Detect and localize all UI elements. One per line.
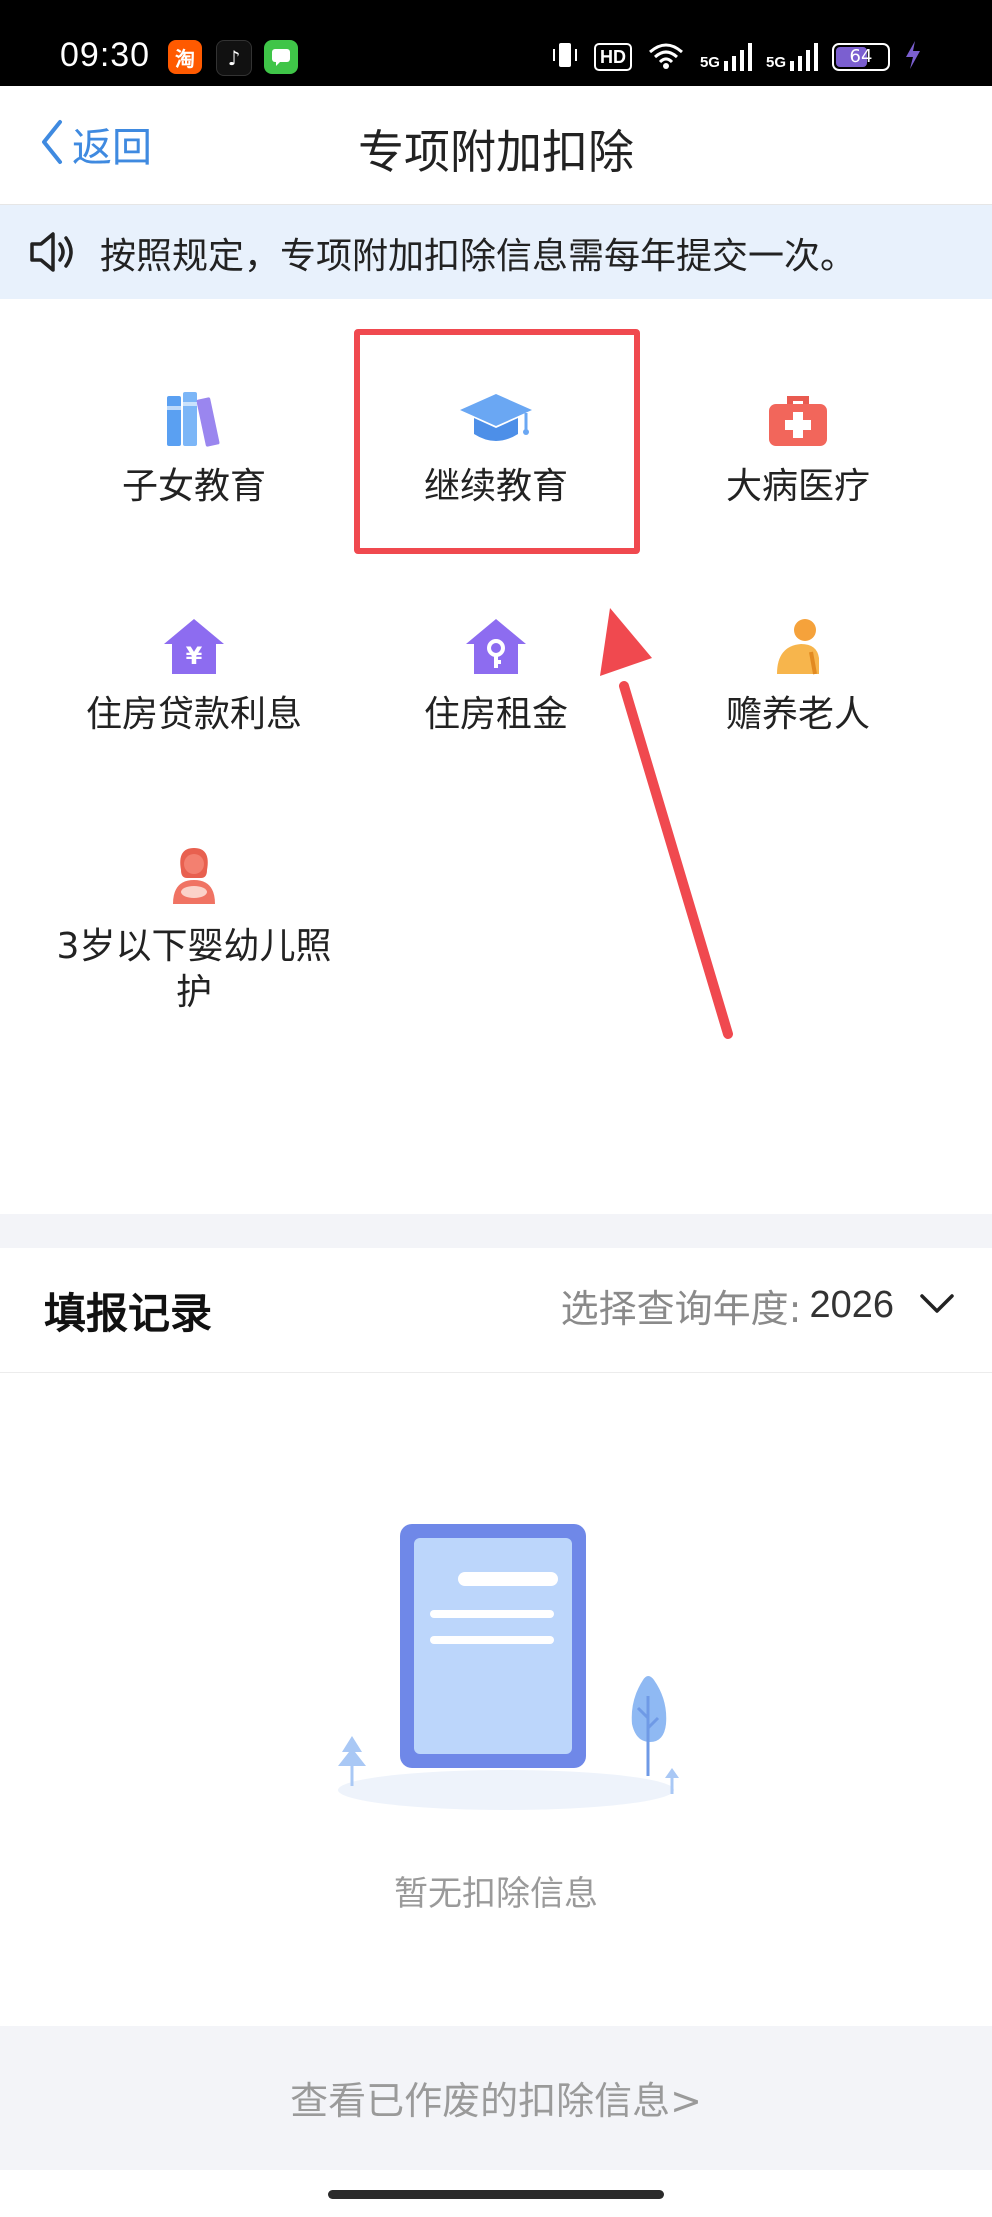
notice-banner: 按照规定，专项附加扣除信息需每年提交一次。 [0,205,992,299]
status-bar: 09:30 淘 ♪ HD 5G 5G 64 [0,0,992,86]
empty-state-text: 暂无扣除信息 [394,1874,598,1914]
records-header: 填报记录 选择查询年度: 2026 [0,1248,992,1373]
year-select-label: 选择查询年度: [560,1287,802,1331]
category-infant-care[interactable]: 3岁以下婴幼儿照 护 [44,844,344,1016]
category-label: 大病医疗 [725,466,870,507]
battery-icon: 64 [832,43,890,71]
house-yuan-icon: ¥ [44,616,344,682]
first-aid-kit-icon [648,388,948,454]
empty-document-illustration [338,1524,679,1810]
year-select-value: 2026 [809,1284,894,1326]
category-housing-loan-interest[interactable]: ¥ 住房贷款利息 [44,616,344,738]
notice-text: 按照规定，专项附加扣除信息需每年提交一次。 [100,236,857,277]
section-separator [0,1214,992,1248]
category-serious-illness-medical[interactable]: 大病医疗 [648,388,948,510]
charging-icon [904,40,922,74]
nav-bar: 返回 专项附加扣除 [0,86,992,205]
vibrate-icon [550,40,580,74]
chevron-down-icon [918,1292,956,1320]
taobao-icon: 淘 [168,40,202,74]
books-icon [44,388,344,454]
category-label-line2: 护 [175,972,212,1013]
speaker-icon [28,229,80,279]
annotation-arrow [600,608,733,1039]
signal-1-icon: 5G [700,43,752,71]
hd-badge: HD [593,43,632,71]
tiktok-icon: ♪ [216,40,252,76]
category-label: 住房贷款利息 [85,694,302,735]
category-label: 子女教育 [121,466,266,507]
status-indicators: HD 5G 5G 64 [550,40,922,74]
messages-icon [264,40,298,74]
category-label: 3岁以下婴幼儿照 [56,926,332,967]
category-children-education[interactable]: 子女教育 [44,388,344,510]
footer-band: 查看已作废的扣除信息> [0,2026,992,2170]
signal-2-icon: 5G [766,43,818,71]
status-time: 09:30 [60,36,151,74]
page-title: 专项附加扣除 [358,125,634,179]
year-select[interactable]: 选择查询年度: 2026 [561,1278,956,1333]
highlight-box [354,329,640,554]
wifi-icon [646,40,686,74]
svg-text:¥: ¥ [186,642,203,670]
view-voided-deductions-link[interactable]: 查看已作废的扣除信息> [0,2070,992,2125]
records-title: 填报记录 [44,1289,213,1338]
mother-baby-icon [44,844,344,910]
home-indicator[interactable] [328,2190,664,2199]
